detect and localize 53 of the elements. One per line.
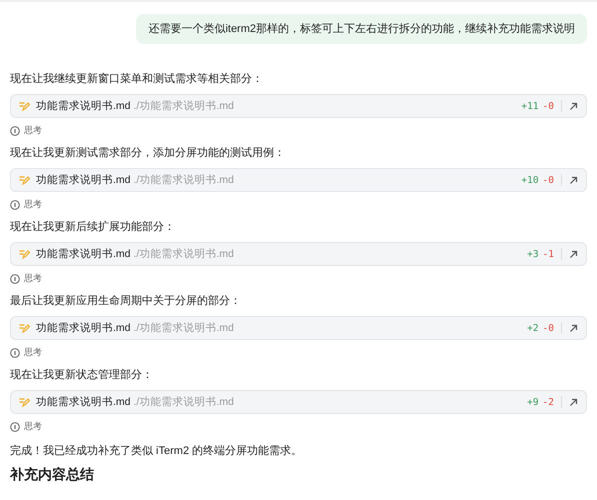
user-message: 还需要一个类似iterm2那样的，标签可上下左右进行拆分的功能，继续补充功能需求说明: [136, 14, 587, 44]
info-icon: [10, 274, 20, 284]
file-edit-card[interactable]: 功能需求说明书.md ./功能需求说明书.md +11 -0: [10, 94, 587, 118]
pencil-icon: [19, 323, 30, 333]
conclusion-text: 完成！我已经成功补充了类似 iTerm2 的终端分屏功能需求。: [10, 444, 304, 458]
added-lines: +9: [527, 396, 539, 408]
info-icon: [10, 422, 20, 432]
thinking-label[interactable]: 思考: [24, 124, 42, 137]
file-path: ./功能需求说明书.md: [134, 247, 235, 261]
removed-lines: -0: [542, 100, 554, 112]
pencil-icon: [19, 175, 30, 185]
added-lines: +11: [521, 100, 539, 112]
step-text: 最后让我更新应用生命周期中关于分屏的部分：: [10, 294, 242, 308]
file-edit-card[interactable]: 功能需求说明书.md ./功能需求说明书.md +3 -1: [10, 242, 587, 266]
step-text: 现在让我继续更新窗口菜单和测试需求等相关部分：: [10, 72, 264, 86]
section-heading: 补充内容总结: [10, 466, 95, 484]
file-path: ./功能需求说明书.md: [134, 395, 235, 409]
step-text: 现在让我更新后续扩展功能部分：: [10, 220, 176, 234]
open-arrow-icon[interactable]: [569, 324, 578, 332]
open-arrow-icon[interactable]: [569, 398, 578, 406]
added-lines: +3: [527, 248, 539, 260]
step-text: 现在让我更新测试需求部分，添加分屏功能的测试用例：: [10, 146, 286, 160]
removed-lines: -0: [542, 322, 554, 334]
file-name: 功能需求说明书.md: [36, 321, 131, 335]
added-lines: +2: [527, 322, 539, 334]
thinking-label[interactable]: 思考: [24, 272, 42, 285]
file-edit-card[interactable]: 功能需求说明书.md ./功能需求说明书.md +9 -2: [10, 390, 587, 414]
pencil-icon: [19, 101, 30, 111]
removed-lines: -2: [542, 396, 554, 408]
step-text: 现在让我更新状态管理部分：: [10, 368, 154, 382]
thinking-label[interactable]: 思考: [24, 346, 42, 359]
pencil-icon: [19, 397, 30, 407]
file-path: ./功能需求说明书.md: [134, 321, 235, 335]
file-path: ./功能需求说明书.md: [134, 173, 235, 187]
pencil-icon: [19, 249, 30, 259]
file-edit-card[interactable]: 功能需求说明书.md ./功能需求说明书.md +10 -0: [10, 168, 587, 192]
open-arrow-icon[interactable]: [569, 250, 578, 258]
added-lines: +10: [521, 174, 539, 186]
file-path: ./功能需求说明书.md: [134, 99, 235, 113]
file-name: 功能需求说明书.md: [36, 247, 131, 261]
thinking-label[interactable]: 思考: [24, 198, 42, 211]
info-icon: [10, 126, 20, 136]
open-arrow-icon[interactable]: [569, 102, 578, 110]
file-name: 功能需求说明书.md: [36, 99, 131, 113]
open-arrow-icon[interactable]: [569, 176, 578, 184]
info-icon: [10, 200, 20, 210]
thinking-label[interactable]: 思考: [24, 420, 42, 433]
removed-lines: -0: [542, 174, 554, 186]
info-icon: [10, 348, 20, 358]
file-name: 功能需求说明书.md: [36, 395, 131, 409]
file-edit-card[interactable]: 功能需求说明书.md ./功能需求说明书.md +2 -0: [10, 316, 587, 340]
removed-lines: -1: [542, 248, 554, 260]
file-name: 功能需求说明书.md: [36, 173, 131, 187]
